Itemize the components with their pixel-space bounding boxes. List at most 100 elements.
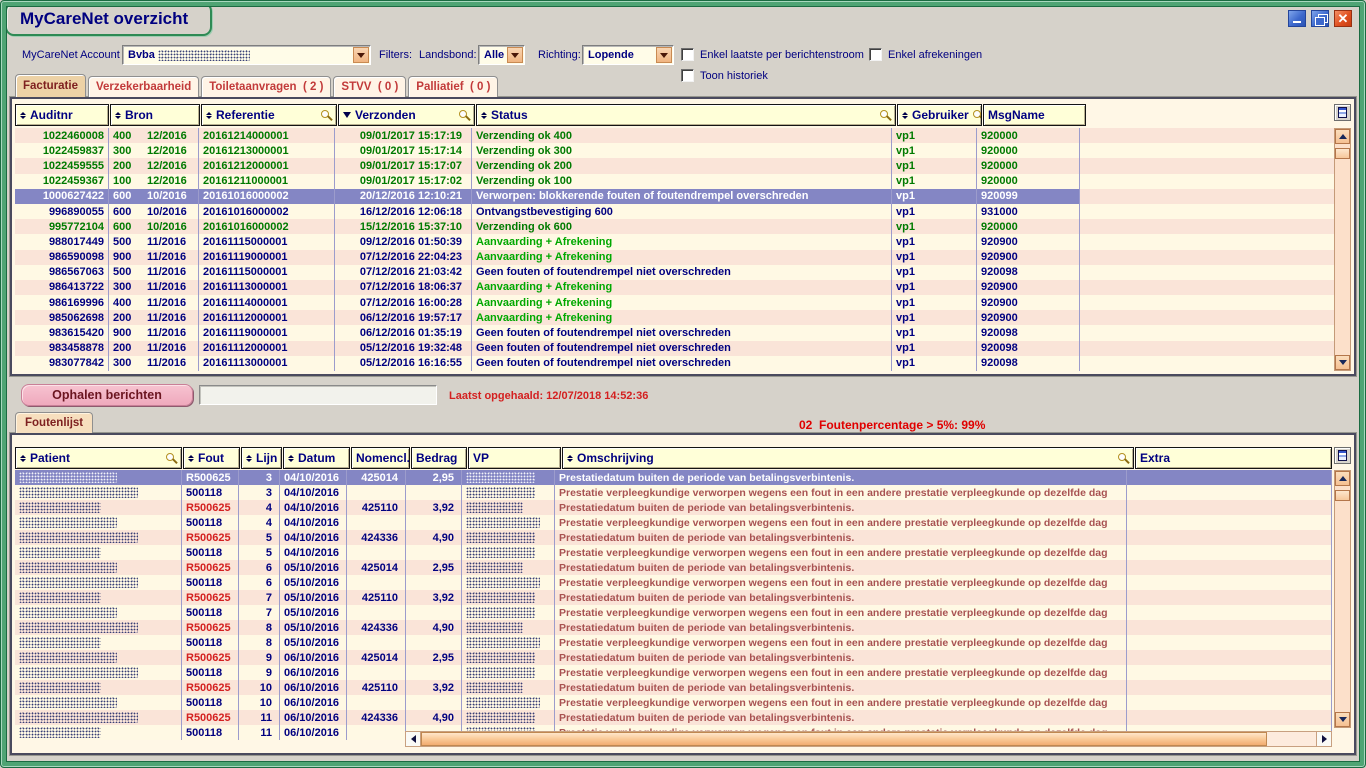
column-header-omschrijving[interactable]: Omschrijving bbox=[562, 447, 1134, 469]
column-header-bron[interactable]: Bron bbox=[110, 104, 200, 126]
error-row[interactable]: R500625 11 06/10/2016 424336 4,90 Presta… bbox=[15, 710, 1332, 725]
column-header-gebruiker[interactable]: Gebruiker bbox=[897, 104, 982, 126]
search-icon[interactable] bbox=[1118, 453, 1129, 464]
column-header-verzonden[interactable]: Verzonden bbox=[338, 104, 475, 126]
error-row[interactable]: 500118 9 06/10/2016 Prestatie verpleegku… bbox=[15, 665, 1332, 680]
sort-icon bbox=[206, 112, 212, 119]
message-row[interactable]: 983615420 90011/2016 20161119000001 06/1… bbox=[15, 325, 1335, 340]
error-row[interactable]: R500625 7 05/10/2016 425110 3,92 Prestat… bbox=[15, 590, 1332, 605]
cell-lijn: 8 bbox=[239, 620, 280, 635]
column-header-vp[interactable]: VP bbox=[468, 447, 561, 469]
column-header-patient[interactable]: Patient bbox=[15, 447, 182, 469]
fetch-messages-button[interactable]: Ophalen berichten bbox=[21, 384, 193, 406]
messages-vertical-scrollbar[interactable] bbox=[1334, 128, 1351, 371]
scroll-right-button[interactable] bbox=[1316, 732, 1331, 746]
message-row[interactable]: 1022459555 20012/2016 20161212000001 09/… bbox=[15, 158, 1335, 173]
message-row[interactable]: 1022459837 30012/2016 20161213000001 09/… bbox=[15, 143, 1335, 158]
landsbond-dropdown[interactable]: Alle bbox=[478, 45, 525, 65]
close-button[interactable]: ✕ bbox=[1334, 10, 1352, 27]
tab-item[interactable]: Verzekerbaarheid bbox=[88, 76, 199, 97]
restore-button[interactable] bbox=[1311, 10, 1329, 27]
message-row[interactable]: 1022460008 40012/2016 20161214000001 09/… bbox=[15, 128, 1335, 143]
checkbox-toon-historiek[interactable] bbox=[681, 69, 694, 82]
message-row[interactable]: 1022459367 10012/2016 20161211000001 09/… bbox=[15, 174, 1335, 189]
tab-item[interactable]: STVV ( 0 ) bbox=[333, 76, 406, 97]
message-row[interactable]: 983077842 30011/2016 20161113000001 05/1… bbox=[15, 356, 1335, 371]
chevron-down-icon[interactable] bbox=[656, 47, 672, 63]
column-header-datum[interactable]: Datum bbox=[283, 447, 350, 469]
column-header-lijn[interactable]: Lijn bbox=[241, 447, 282, 469]
scroll-up-button[interactable] bbox=[1335, 471, 1350, 486]
fetch-input[interactable] bbox=[199, 385, 437, 405]
cell-verzonden: 05/12/2016 19:32:48 bbox=[335, 341, 472, 356]
message-row[interactable]: 986169996 40011/2016 20161114000001 07/1… bbox=[15, 295, 1335, 310]
error-row[interactable]: R500625 6 05/10/2016 425014 2,95 Prestat… bbox=[15, 560, 1332, 575]
cell-status: Aanvaarding + Afrekening bbox=[472, 295, 892, 310]
tab-item[interactable]: Toiletaanvragen ( 2 ) bbox=[201, 76, 331, 97]
message-row[interactable]: 1000627422 60010/2016 20161016000002 20/… bbox=[15, 189, 1335, 204]
message-row[interactable]: 983458878 20011/2016 20161112000001 05/1… bbox=[15, 341, 1335, 356]
grid-options-icon[interactable] bbox=[1334, 104, 1351, 121]
column-header-bedrag[interactable]: Bedrag bbox=[411, 447, 467, 469]
error-row[interactable]: R500625 8 05/10/2016 424336 4,90 Prestat… bbox=[15, 620, 1332, 635]
tab-foutenlijst[interactable]: Foutenlijst bbox=[15, 412, 93, 433]
errors-vertical-scrollbar[interactable] bbox=[1334, 470, 1351, 728]
scroll-thumb[interactable] bbox=[1335, 490, 1350, 501]
account-dropdown[interactable]: Bvba bbox=[122, 45, 371, 65]
error-row[interactable]: 500118 10 06/10/2016 Prestatie verpleegk… bbox=[15, 695, 1332, 710]
column-header-msgname[interactable]: MsgName bbox=[983, 104, 1086, 126]
cell-verzonden: 07/12/2016 18:06:37 bbox=[335, 280, 472, 295]
scroll-track[interactable] bbox=[1267, 732, 1316, 746]
column-header-status[interactable]: Status bbox=[476, 104, 896, 126]
scroll-thumb[interactable] bbox=[1335, 148, 1350, 159]
scroll-up-button[interactable] bbox=[1335, 129, 1350, 144]
message-row[interactable]: 985062698 20011/2016 20161112000001 06/1… bbox=[15, 310, 1335, 325]
error-row[interactable]: 500118 8 05/10/2016 Prestatie verpleegku… bbox=[15, 635, 1332, 650]
error-row[interactable]: 500118 4 04/10/2016 Prestatie verpleegku… bbox=[15, 515, 1332, 530]
search-icon[interactable] bbox=[321, 110, 332, 121]
scroll-left-button[interactable] bbox=[406, 732, 421, 746]
search-icon[interactable] bbox=[973, 110, 982, 121]
sort-icon bbox=[288, 455, 294, 462]
column-header-nomencl[interactable]: Nomencl. bbox=[351, 447, 410, 469]
grid-options-icon[interactable] bbox=[1334, 447, 1351, 464]
message-row[interactable]: 986590098 90011/2016 20161119000001 07/1… bbox=[15, 250, 1335, 265]
message-row[interactable]: 995772104 60010/2016 20161016000002 15/1… bbox=[15, 219, 1335, 234]
cell-lijn: 3 bbox=[239, 485, 280, 500]
error-row[interactable]: 500118 6 05/10/2016 Prestatie verpleegku… bbox=[15, 575, 1332, 590]
error-row[interactable]: R500625 5 04/10/2016 424336 4,90 Prestat… bbox=[15, 530, 1332, 545]
error-row[interactable]: 500118 5 04/10/2016 Prestatie verpleegku… bbox=[15, 545, 1332, 560]
error-row[interactable]: 500118 7 05/10/2016 Prestatie verpleegku… bbox=[15, 605, 1332, 620]
message-row[interactable]: 986567063 50011/2016 20161115000001 07/1… bbox=[15, 265, 1335, 280]
richting-dropdown[interactable]: Lopende bbox=[582, 45, 674, 65]
scroll-thumb[interactable] bbox=[421, 732, 1267, 746]
scroll-down-button[interactable] bbox=[1335, 712, 1350, 727]
search-icon[interactable] bbox=[459, 110, 470, 121]
error-row[interactable]: R500625 10 06/10/2016 425110 3,92 Presta… bbox=[15, 680, 1332, 695]
cell-patient bbox=[15, 635, 182, 650]
column-header-referentie[interactable]: Referentie bbox=[201, 104, 337, 126]
error-row[interactable]: R500625 4 04/10/2016 425110 3,92 Prestat… bbox=[15, 500, 1332, 515]
chevron-down-icon[interactable] bbox=[507, 47, 523, 63]
minimize-button[interactable] bbox=[1288, 10, 1306, 27]
chevron-down-icon[interactable] bbox=[353, 47, 369, 63]
tab-item[interactable]: Facturatie bbox=[15, 74, 86, 97]
scroll-down-button[interactable] bbox=[1335, 355, 1350, 370]
column-header-fout[interactable]: Fout bbox=[183, 447, 240, 469]
error-row[interactable]: 500118 3 04/10/2016 Prestatie verpleegku… bbox=[15, 485, 1332, 500]
search-icon[interactable] bbox=[880, 110, 891, 121]
error-row[interactable]: R500625 3 04/10/2016 425014 2,95 Prestat… bbox=[15, 470, 1332, 485]
search-icon[interactable] bbox=[166, 453, 177, 464]
cell-datum: 05/10/2016 bbox=[280, 560, 347, 575]
message-row[interactable]: 988017449 50011/2016 20161115000001 09/1… bbox=[15, 234, 1335, 249]
column-header-extra[interactable]: Extra bbox=[1135, 447, 1332, 469]
error-row[interactable]: R500625 9 06/10/2016 425014 2,95 Prestat… bbox=[15, 650, 1332, 665]
cell-datum: 04/10/2016 bbox=[280, 545, 347, 560]
column-header-auditnr[interactable]: Auditnr bbox=[15, 104, 109, 126]
message-row[interactable]: 986413722 30011/2016 20161113000001 07/1… bbox=[15, 280, 1335, 295]
checkbox-enkel-laatste[interactable] bbox=[681, 48, 694, 61]
checkbox-enkel-afrekeningen[interactable] bbox=[869, 48, 882, 61]
errors-horizontal-scrollbar[interactable] bbox=[405, 731, 1332, 747]
tab-item[interactable]: Palliatief ( 0 ) bbox=[408, 76, 498, 97]
message-row[interactable]: 996890055 60010/2016 20161016000002 16/1… bbox=[15, 204, 1335, 219]
